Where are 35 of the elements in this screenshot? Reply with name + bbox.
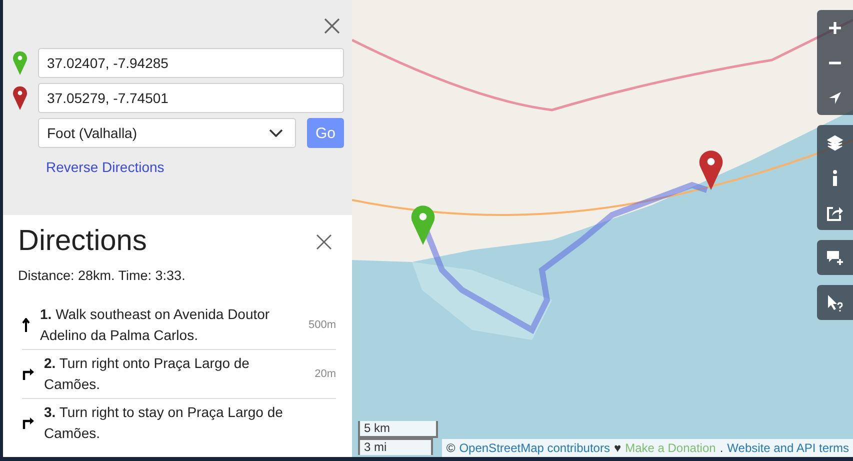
destination-pin-icon: [13, 86, 27, 110]
route-summary: Distance: 28km. Time: 3:33.: [18, 268, 186, 283]
location-arrow-icon: [828, 90, 842, 104]
routing-engine-select[interactable]: Foot (Valhalla): [38, 118, 296, 148]
attribution-text: .: [720, 441, 724, 455]
info-icon: [832, 170, 838, 186]
chevron-down-icon: [269, 129, 283, 137]
go-button[interactable]: Go: [307, 118, 344, 148]
directions-title: Directions: [18, 225, 147, 258]
layers-icon: [827, 134, 843, 150]
attribution-text: ©: [446, 441, 456, 455]
turn-right-icon: [22, 368, 34, 380]
scale-bar: 3 mi: [358, 438, 433, 455]
step-instruction: 2. Turn right onto Praça Largo de Camões.: [44, 354, 250, 394]
straight-arrow-icon: [22, 318, 30, 332]
attribution-text: ♥: [614, 441, 622, 455]
add-note-icon: [826, 250, 844, 266]
step-distance: 500m: [308, 319, 336, 331]
step-instruction: 3. Turn right to stay on Praça Largo de Camões.: [44, 403, 284, 443]
start-marker-icon: [410, 205, 436, 245]
share-icon: [827, 204, 843, 220]
turn-right-icon: [22, 417, 34, 429]
destination-field[interactable]: 37.05279, -7.74501: [38, 83, 344, 113]
step-distance: 20m: [314, 368, 336, 380]
pointer-question-icon: [826, 294, 844, 312]
scale-bar: 5 km: [358, 421, 438, 438]
reverse-directions-link[interactable]: Reverse Directions: [38, 153, 164, 175]
start-pin-icon: [13, 51, 27, 75]
end-marker-icon: [698, 150, 724, 190]
attribution-link[interactable]: OpenStreetMap contributors: [459, 441, 610, 455]
plus-icon: [828, 20, 842, 34]
step-instruction: 1. Walk southeast on Avenida Doutor Adelino da Palma Carlos.: [40, 305, 271, 345]
attribution-link[interactable]: Website and API terms: [727, 441, 849, 455]
start-field[interactable]: 37.02407, -7.94285: [38, 48, 344, 78]
map-drawing[interactable]: [352, 0, 853, 457]
